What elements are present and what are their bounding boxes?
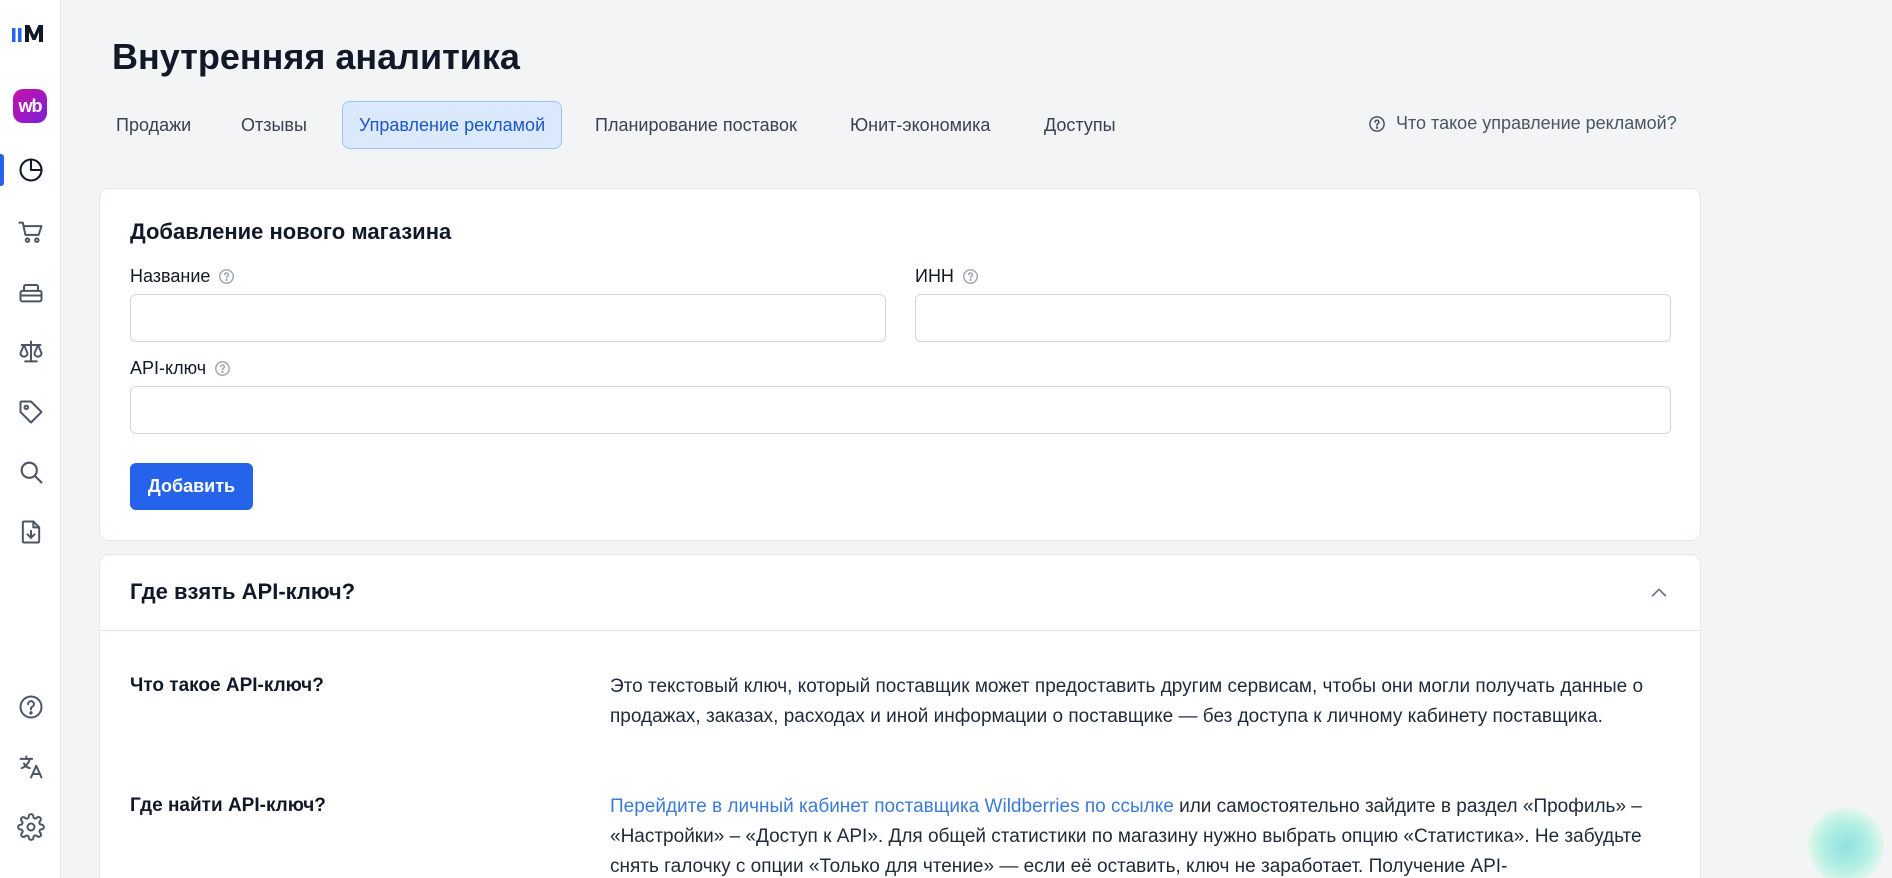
api-key-label-text: API-ключ <box>130 358 207 378</box>
file-download-icon <box>21 520 40 544</box>
tab-unit-economics[interactable]: Юнит-экономика <box>834 101 1006 149</box>
sidebar-item-analytics[interactable] <box>0 150 61 190</box>
question-circle-icon <box>19 695 42 719</box>
api-key-field-label: API-ключ <box>130 358 231 379</box>
wb-badge-text: wb <box>18 95 43 116</box>
search-icon <box>20 461 43 484</box>
inn-field-label: ИНН <box>915 266 979 287</box>
inn-input[interactable] <box>915 294 1671 342</box>
tab-label: Доступы <box>1044 114 1116 135</box>
chevron-up-icon <box>1651 588 1667 597</box>
sidebar-item-download[interactable] <box>0 512 61 552</box>
name-field-label: Название <box>130 266 235 287</box>
logo-mark[interactable] <box>12 22 48 46</box>
faq-answer: Перейдите в личный кабинет поставщика Wi… <box>610 792 1680 878</box>
wildberries-cabinet-link[interactable]: Перейдите в личный кабинет поставщика Wi… <box>610 796 1174 817</box>
help-link-label: Что такое управление рекламой? <box>1396 113 1677 133</box>
question-circle-icon <box>1369 115 1385 132</box>
translate-icon <box>19 755 42 779</box>
box-stack-icon <box>19 284 42 303</box>
sidebar-item-tags[interactable] <box>0 392 61 432</box>
faq-question: Где найти API-ключ? <box>130 795 326 816</box>
faq-title: Где взять API-ключ? <box>130 579 356 604</box>
question-circle-icon[interactable] <box>214 360 231 377</box>
question-circle-icon[interactable] <box>962 268 979 285</box>
tab-label: Планирование поставок <box>595 114 797 135</box>
tab-label: Отзывы <box>241 114 307 135</box>
add-store-button[interactable]: Добавить <box>130 463 253 510</box>
tab-label: Продажи <box>116 114 192 135</box>
sidebar-item-language[interactable] <box>0 747 61 787</box>
chat-widget-button[interactable] <box>1808 808 1884 878</box>
inn-label-text: ИНН <box>915 266 954 286</box>
tab-label: Юнит-экономика <box>850 114 991 135</box>
api-key-input[interactable] <box>130 386 1671 434</box>
gear-icon <box>16 813 45 841</box>
question-circle-icon[interactable] <box>218 268 235 285</box>
faq-toggle[interactable]: Где взять API-ключ? <box>100 555 1700 631</box>
faq-question: Что такое API-ключ? <box>130 675 324 696</box>
tab-access[interactable]: Доступы <box>1028 101 1132 149</box>
faq-answer: Это текстовый ключ, который поставщик мо… <box>610 676 1644 727</box>
tag-icon <box>19 400 42 424</box>
tab-sales[interactable]: Продажи <box>100 101 207 149</box>
sidebar-item-warehouse[interactable] <box>0 272 61 312</box>
tab-label: Управление рекламой <box>359 114 546 135</box>
tab-ad-management[interactable]: Управление рекламой <box>342 101 563 149</box>
tab-reviews[interactable]: Отзывы <box>225 101 323 149</box>
name-label-text: Название <box>130 266 211 286</box>
add-store-card: Добавление нового магазина Название ИНН … <box>99 188 1701 541</box>
api-key-faq-card: Где взять API-ключ? Что такое API-ключ? … <box>99 554 1701 878</box>
sidebar-item-settings[interactable] <box>0 807 61 847</box>
add-store-title: Добавление нового магазина <box>130 219 452 244</box>
pie-chart-icon <box>18 158 43 182</box>
sidebar-item-cart[interactable] <box>0 212 61 252</box>
scales-icon <box>19 340 42 363</box>
sidebar-item-help[interactable] <box>0 687 61 727</box>
name-input[interactable] <box>130 294 886 342</box>
sidebar-item-scales[interactable] <box>0 332 61 372</box>
help-link-ad-management[interactable]: Что такое управление рекламой? <box>1368 113 1677 134</box>
tab-supply-planning[interactable]: Планирование поставок <box>579 101 813 149</box>
sidebar-item-search[interactable] <box>0 452 61 492</box>
page-title: Внутренняя аналитика <box>112 36 520 77</box>
sidebar: wb <box>0 0 61 878</box>
cart-icon <box>17 221 42 243</box>
wb-store-badge[interactable]: wb <box>13 89 47 123</box>
